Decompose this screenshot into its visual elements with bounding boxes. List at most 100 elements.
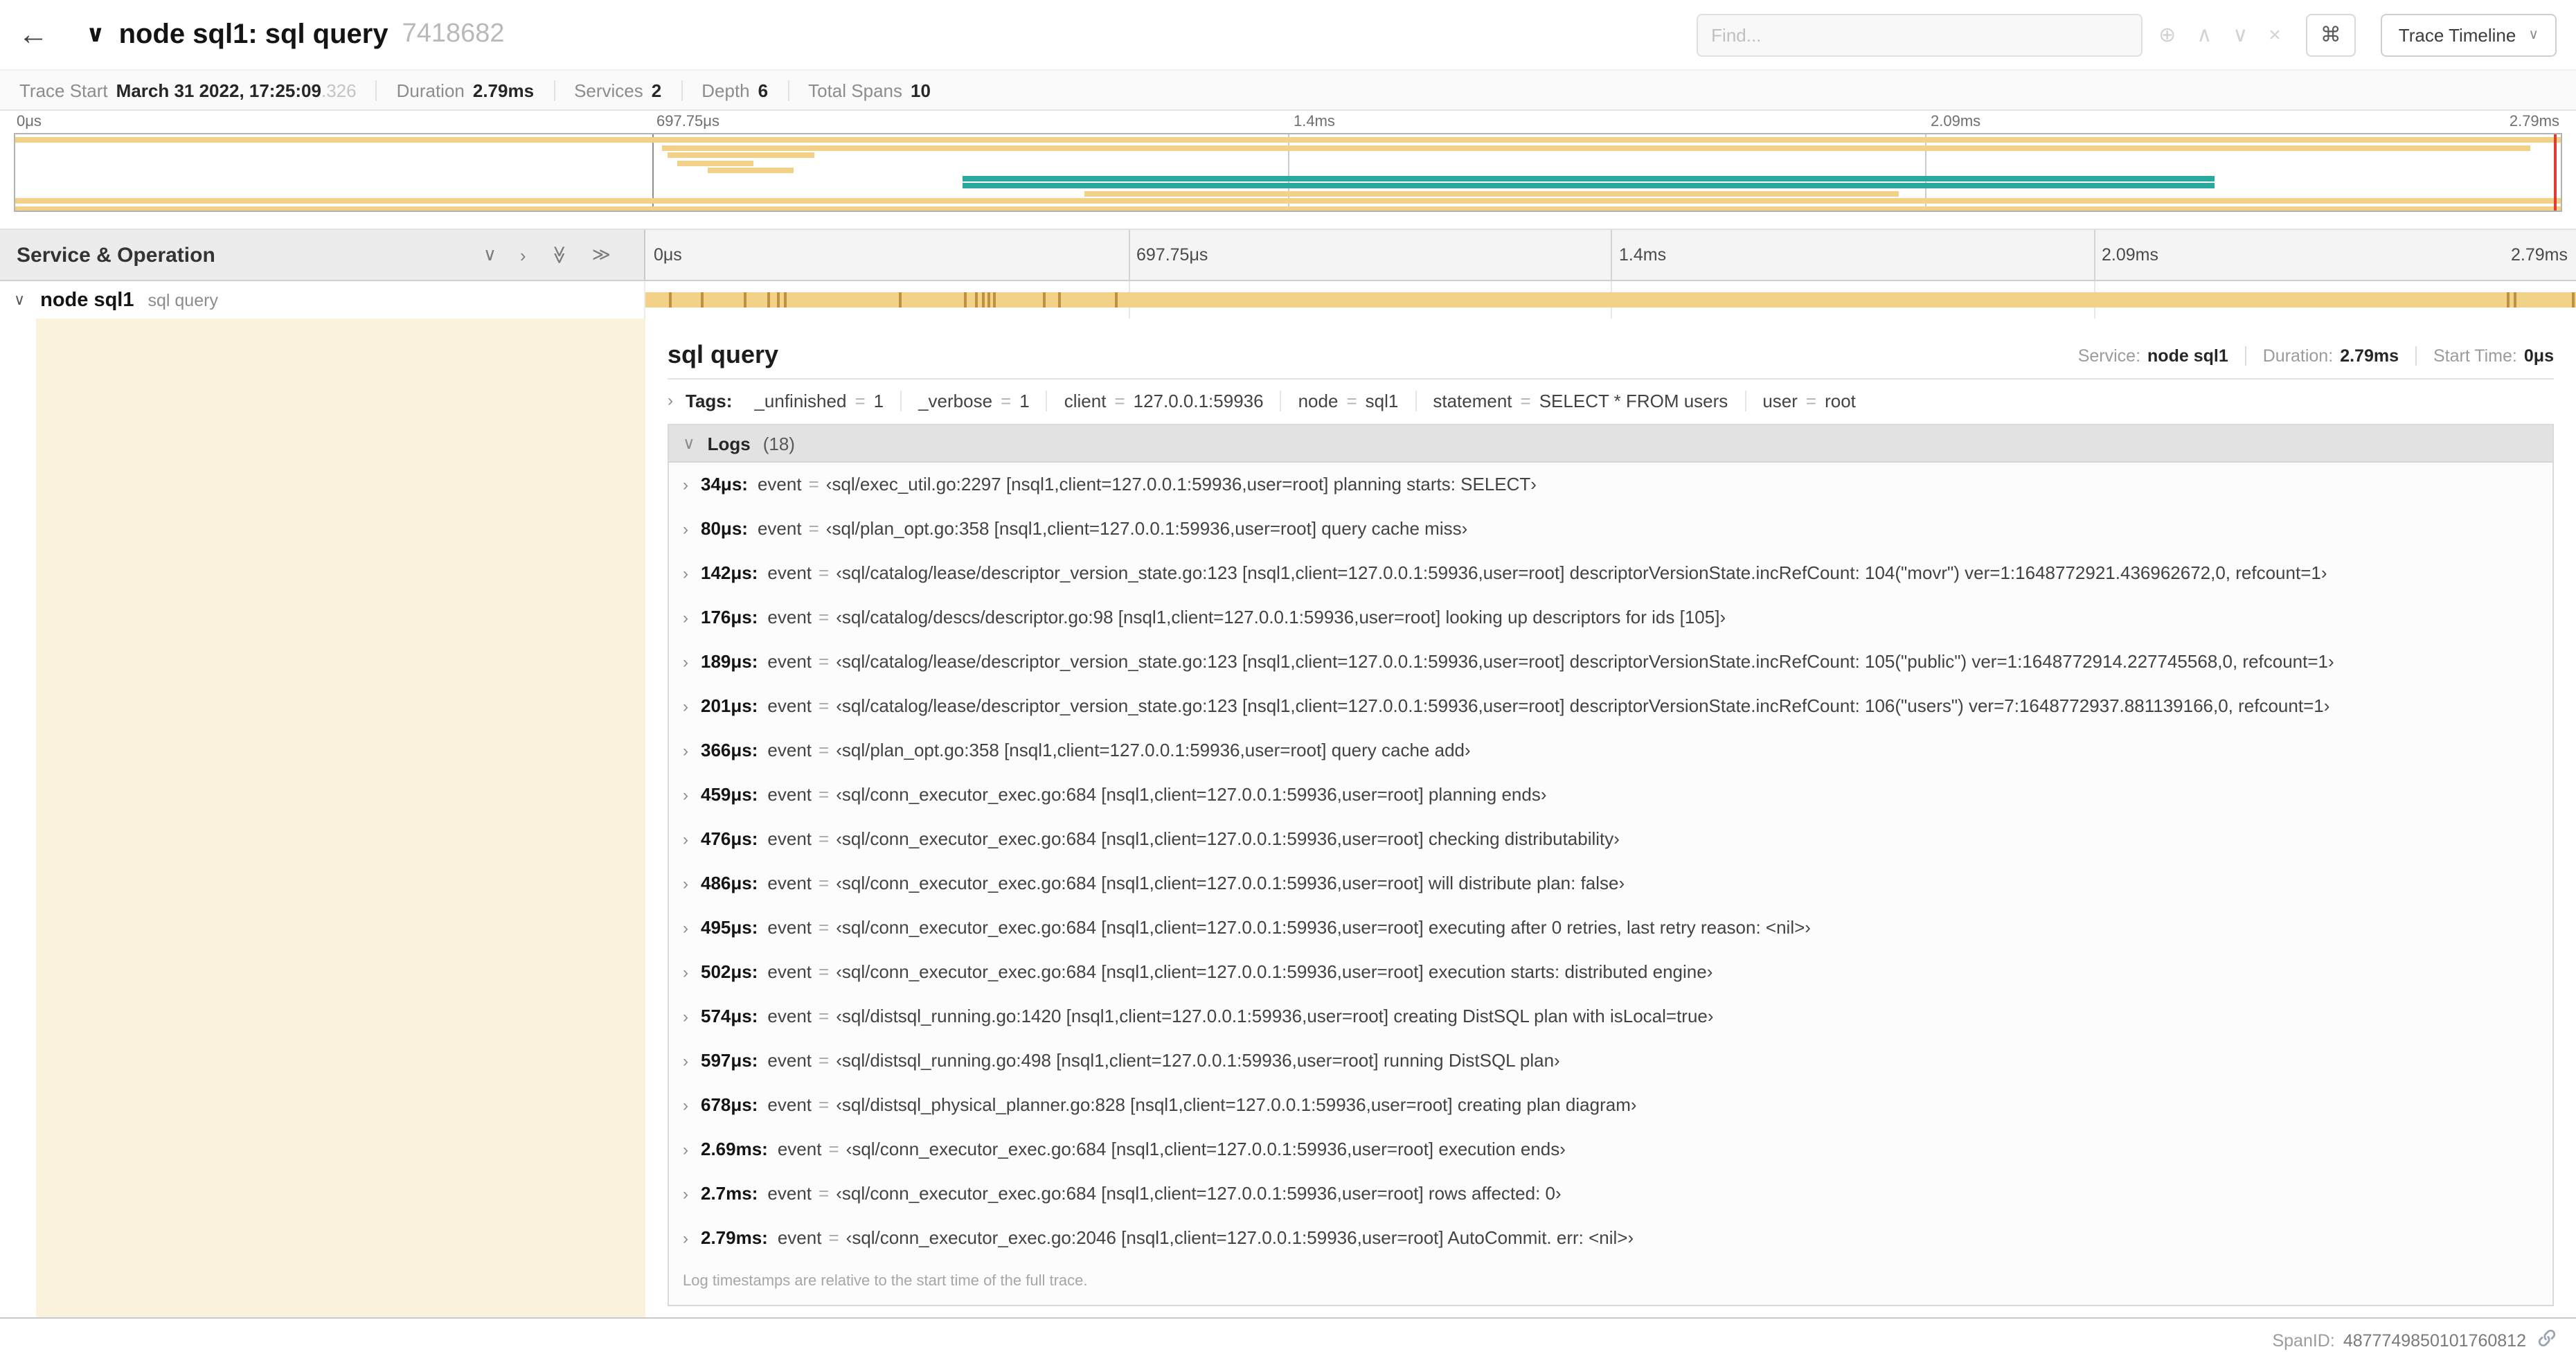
services-label: Services: [574, 80, 643, 100]
tags-toggle-row[interactable]: › Tags: _unfinished = 1 _verbose = 1 cli…: [668, 380, 2554, 421]
log-message: ‹sql/conn_executor_exec.go:684 [nsql1,cl…: [836, 784, 1547, 805]
minimap-tick-3: 2.09ms: [1931, 114, 1981, 130]
log-row[interactable]: › 201μs: event = ‹sql/catalog/lease/desc…: [669, 684, 2552, 729]
log-row[interactable]: › 142μs: event = ‹sql/catalog/lease/desc…: [669, 551, 2552, 596]
chevron-right-icon: ›: [683, 564, 688, 583]
minimap-canvas[interactable]: [14, 133, 2562, 212]
span-name-cell[interactable]: ∨ node sql1 sql query: [0, 281, 645, 319]
log-message: ‹sql/catalog/lease/descriptor_version_st…: [836, 651, 2334, 672]
span-log-tick: [1043, 292, 1046, 308]
log-field-key: event: [767, 695, 812, 716]
log-row[interactable]: › 34μs: event = ‹sql/exec_util.go:2297 […: [669, 463, 2552, 507]
collapse-trace-header-icon[interactable]: ∨: [86, 21, 105, 48]
log-message: ‹sql/conn_executor_exec.go:684 [nsql1,cl…: [836, 828, 1620, 849]
next-result-icon[interactable]: ∨: [2233, 22, 2248, 47]
chevron-right-icon: ›: [683, 1184, 688, 1204]
trace-id: 7418682: [402, 19, 505, 48]
chevron-right-icon: ›: [683, 608, 688, 627]
log-equals: =: [819, 740, 830, 760]
chevron-right-icon: ›: [683, 519, 688, 539]
log-row[interactable]: › 495μs: event = ‹sql/conn_executor_exec…: [669, 906, 2552, 950]
log-field-key: event: [767, 828, 812, 849]
log-equals: =: [819, 651, 830, 672]
minimap-tick-1: 697.75μs: [656, 114, 719, 130]
chevron-right-icon: ›: [683, 741, 688, 760]
trace-start-item: Trace Start March 31 2022, 17:25:09.326: [19, 80, 357, 100]
log-row[interactable]: › 597μs: event = ‹sql/distsql_running.go…: [669, 1039, 2552, 1083]
span-detail-header: sql query Service: node sql1 Duration: 2…: [668, 332, 2554, 380]
prev-result-icon[interactable]: ∧: [2197, 22, 2212, 47]
span-id-footer: SpanID: 4877749850101760812: [0, 1319, 2576, 1362]
log-timestamp: 2.79ms:: [701, 1227, 768, 1248]
log-equals: =: [819, 917, 830, 938]
collapse-all-icon[interactable]: ≫: [548, 245, 570, 264]
span-log-tick: [2572, 292, 2575, 308]
meta-duration-label: Duration:: [2262, 346, 2334, 365]
minimap-tick-0: 0μs: [17, 114, 42, 130]
meta-service: Service: node sql1: [2078, 346, 2228, 365]
log-row[interactable]: › 189μs: event = ‹sql/catalog/lease/desc…: [669, 640, 2552, 684]
log-equals: =: [828, 1139, 839, 1159]
span-log-tick: [987, 292, 990, 308]
collapse-one-icon[interactable]: ∨: [483, 244, 497, 266]
chevron-right-icon: ›: [683, 785, 688, 805]
log-field-key: event: [767, 1006, 812, 1026]
tag-value: 1: [873, 390, 884, 411]
deep-link-button[interactable]: [2537, 1328, 2557, 1352]
logs-toggle-header[interactable]: ∨ Logs (18): [669, 425, 2552, 463]
keyboard-shortcuts-button[interactable]: ⌘: [2305, 13, 2356, 56]
chevron-right-icon: ›: [683, 475, 688, 495]
tag-key: user: [1762, 390, 1798, 411]
log-row[interactable]: › 502μs: event = ‹sql/conn_executor_exec…: [669, 950, 2552, 995]
log-timestamp: 34μs:: [701, 474, 748, 495]
back-button[interactable]: ←: [0, 0, 66, 69]
log-row[interactable]: › 2.79ms: event = ‹sql/conn_executor_exe…: [669, 1216, 2552, 1260]
log-row[interactable]: › 574μs: event = ‹sql/distsql_running.go…: [669, 995, 2552, 1039]
log-equals: =: [819, 1006, 830, 1026]
log-field-key: event: [767, 1050, 812, 1071]
ruler-gridline: [1611, 230, 1612, 280]
span-id-label: SpanID:: [2272, 1330, 2335, 1350]
log-timestamp: 2.7ms:: [701, 1183, 758, 1204]
timeline-ruler: 0μs 697.75μs 1.4ms 2.09ms 2.79ms: [645, 230, 2576, 280]
log-row[interactable]: › 2.7ms: event = ‹sql/conn_executor_exec…: [669, 1172, 2552, 1216]
expand-all-icon[interactable]: ≫: [592, 244, 611, 266]
focus-match-icon[interactable]: ⊕: [2158, 22, 2176, 47]
log-row[interactable]: › 366μs: event = ‹sql/plan_opt.go:358 [n…: [669, 729, 2552, 773]
duration-value: 2.79ms: [472, 80, 535, 100]
top-bar: ← ∨ node sql1: sql query 7418682 ⊕ ∧ ∨ ×…: [0, 0, 2576, 69]
span-log-tick: [701, 292, 704, 308]
span-detail-left-column: [0, 319, 645, 1317]
log-row[interactable]: › 2.69ms: event = ‹sql/conn_executor_exe…: [669, 1128, 2552, 1172]
log-row[interactable]: › 176μs: event = ‹sql/catalog/descs/desc…: [669, 596, 2552, 640]
span-duration-bar[interactable]: [645, 292, 2576, 308]
find-input[interactable]: [1696, 13, 2143, 56]
log-row[interactable]: › 678μs: event = ‹sql/distsql_physical_p…: [669, 1083, 2552, 1128]
log-row[interactable]: › 476μs: event = ‹sql/conn_executor_exec…: [669, 817, 2552, 862]
log-row[interactable]: › 459μs: event = ‹sql/conn_executor_exec…: [669, 773, 2552, 817]
clear-search-icon[interactable]: ×: [2269, 23, 2281, 46]
meta-service-label: Service:: [2077, 346, 2141, 365]
page-title: node sql1: sql query: [118, 19, 388, 49]
find-controls: ⊕ ∧ ∨ ×: [2158, 22, 2281, 47]
span-log-tick: [744, 292, 747, 308]
span-timeline-cell[interactable]: [645, 281, 2576, 319]
span-log-tick: [1114, 292, 1118, 308]
expand-one-icon[interactable]: ›: [520, 244, 526, 265]
minimap-right-scrubber[interactable]: [2554, 134, 2557, 211]
collapse-span-icon[interactable]: ∨: [14, 291, 25, 309]
log-message: ‹sql/conn_executor_exec.go:684 [nsql1,cl…: [846, 1139, 1566, 1159]
tag-value: SELECT * FROM users: [1539, 390, 1728, 411]
trace-view-select[interactable]: Trace Timeline ∨: [2380, 13, 2557, 56]
tags-list: _unfinished = 1 _verbose = 1 client = 12…: [737, 390, 1872, 411]
log-equals: =: [819, 828, 830, 849]
log-field-key: event: [757, 518, 802, 539]
span-detail-title: sql query: [668, 341, 779, 368]
log-message: ‹sql/catalog/lease/descriptor_version_st…: [836, 562, 2327, 583]
ruler-tick-2: 1.4ms: [1619, 245, 1667, 265]
meta-start-time: Start Time: 0μs: [2415, 346, 2554, 365]
log-row[interactable]: › 80μs: event = ‹sql/plan_opt.go:358 [ns…: [669, 507, 2552, 551]
trace-minimap: 0μs 697.75μs 1.4ms 2.09ms 2.79ms: [14, 111, 2562, 212]
log-message: ‹sql/catalog/descs/descriptor.go:98 [nsq…: [836, 607, 1726, 627]
log-row[interactable]: › 486μs: event = ‹sql/conn_executor_exec…: [669, 862, 2552, 906]
